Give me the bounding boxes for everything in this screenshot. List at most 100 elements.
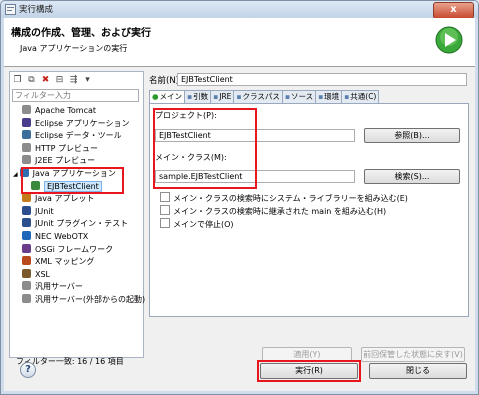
- tree-item-label: Eclipse アプリケーション: [35, 118, 130, 128]
- tree-item-label: JUnit プラグイン・テスト: [35, 219, 129, 229]
- dialog-banner: 構成の作成、管理、および実行 Java アプリケーションの実行: [4, 18, 475, 67]
- tab-main[interactable]: ●メイン: [149, 90, 186, 104]
- checkbox-label: メイン・クラスの検索時にシステム・ライブラリーを組み込む(E): [173, 194, 408, 203]
- dialog-client: 構成の作成、管理、および実行 Java アプリケーションの実行 ❐ ⧉ ✖ ⊟ …: [4, 18, 475, 391]
- highlight-box: [257, 360, 361, 382]
- config-tree-pane: ❐ ⧉ ✖ ⊟ ⇶ ▾ Apache Tomcat Eclipse アプリケーショ…: [9, 71, 145, 366]
- tab-label: ソース: [290, 92, 314, 101]
- env-icon: ▪: [318, 92, 324, 101]
- tab-label: クラスパス: [242, 92, 280, 101]
- tree-item[interactable]: Java アプレット: [10, 193, 141, 206]
- checkbox-label: メイン・クラスの検索時に継承された main を組み込む(H): [173, 207, 387, 216]
- checkbox-box[interactable]: [160, 192, 170, 202]
- include-system-libs-checkbox[interactable]: メイン・クラスの検索時にシステム・ライブラリーを組み込む(E): [160, 192, 408, 203]
- dialog-heading: 構成の作成、管理、および実行: [11, 28, 151, 39]
- config-detail-pane: 名前(N): ●メイン▪引数▪JRE▪クラスパス▪ソース▪環境▪共通(C) プロ…: [147, 71, 471, 362]
- server-icon: [22, 142, 31, 152]
- tree-item[interactable]: Eclipse アプリケーション: [10, 117, 141, 131]
- search-mainclass-button[interactable]: 検索(S)...: [364, 169, 460, 184]
- tab-source[interactable]: ▪ソース: [281, 90, 317, 103]
- tree-item-label: Apache Tomcat: [35, 106, 97, 115]
- tree-item[interactable]: XSL: [10, 268, 141, 282]
- name-row: 名前(N):: [147, 73, 471, 87]
- window-title: 実行構成: [19, 5, 54, 15]
- window-close-button[interactable]: x: [433, 2, 474, 19]
- title-bar: 実行構成 x: [1, 1, 478, 19]
- tab-strip: ●メイン ▪引数 ▪JRE ▪クラスパス ▪ソース ▪環境 ▪共通(C): [149, 90, 469, 104]
- highlight-box: [153, 108, 257, 189]
- run-icon: [435, 26, 463, 54]
- main-tab-panel: プロジェクト(P): 参照(B)... メイン・クラス(M): 検索(S)...…: [149, 103, 469, 317]
- tree-item[interactable]: JUnit プラグイン・テスト: [10, 218, 141, 231]
- applet-icon: [22, 193, 31, 203]
- tree-item[interactable]: Eclipse データ・ツール: [10, 130, 141, 143]
- revert-button[interactable]: 前回保管した状態に戻す(V): [361, 347, 465, 362]
- tab-label: 引数: [193, 92, 209, 101]
- name-field[interactable]: [177, 73, 467, 86]
- config-tree: Apache Tomcat Eclipse アプリケーション Eclipse データ…: [10, 105, 145, 307]
- run-configurations-window: 実行構成 x 構成の作成、管理、および実行 Java アプリケーションの実行 ❐…: [0, 0, 479, 395]
- server-icon: [22, 293, 31, 303]
- tree-item-label: JUnit: [35, 206, 54, 216]
- data-tools-icon: [22, 130, 31, 140]
- webotx-icon: [22, 230, 31, 240]
- checkbox-box[interactable]: [160, 205, 170, 215]
- new-config-icon[interactable]: ❐: [12, 75, 23, 86]
- help-icon[interactable]: ?: [20, 362, 36, 378]
- server-icon: [22, 105, 31, 114]
- tab-label: 環境: [324, 92, 340, 101]
- tab-label: メイン: [159, 92, 183, 101]
- include-inherited-main-checkbox[interactable]: メイン・クラスの検索時に継承された main を組み込む(H): [160, 205, 386, 216]
- osgi-icon: [22, 243, 31, 253]
- tree-item-label: OSGi フレームワーク: [35, 244, 114, 254]
- tree-item[interactable]: XML マッピング: [10, 256, 141, 269]
- tab-classpath[interactable]: ▪クラスパス: [233, 90, 283, 103]
- tab-label: 共通(C): [350, 92, 377, 101]
- tree-item[interactable]: JUnit: [10, 205, 141, 219]
- dialog-subheading: Java アプリケーションの実行: [20, 44, 128, 53]
- tree-item[interactable]: OSGi フレームワーク: [10, 243, 141, 257]
- server-icon: [22, 155, 31, 165]
- close-button[interactable]: 閉じる: [369, 363, 467, 379]
- highlight-box: [21, 167, 124, 194]
- filter-input[interactable]: [12, 89, 139, 102]
- tree-toolbar: ❐ ⧉ ✖ ⊟ ⇶ ▾: [12, 74, 93, 87]
- tree-item-label: J2EE プレビュー: [35, 156, 96, 166]
- tree-item-label: XSL: [35, 269, 51, 279]
- source-icon: ▪: [284, 92, 290, 101]
- tree-item[interactable]: Apache Tomcat: [10, 105, 141, 118]
- filter-icon[interactable]: ⇶: [68, 75, 79, 86]
- tree-item-label: 汎用サーバー(外部からの起動): [35, 294, 146, 304]
- tree-item[interactable]: 汎用サーバー(外部からの起動): [10, 293, 145, 307]
- collapse-icon[interactable]: ⊟: [54, 75, 65, 86]
- main-icon: ●: [152, 92, 159, 101]
- tree-item-label: NEC WebOTX: [35, 231, 89, 241]
- delete-icon[interactable]: ✖: [40, 75, 51, 86]
- tab-common[interactable]: ▪共通(C): [341, 90, 380, 103]
- tree-item[interactable]: NEC WebOTX: [10, 230, 141, 244]
- tab-label: JRE: [219, 92, 232, 101]
- classpath-icon: ▪: [236, 92, 242, 101]
- stop-in-main-checkbox[interactable]: メインで停止(O): [160, 218, 234, 229]
- checkbox-box[interactable]: [160, 218, 170, 228]
- common-icon: ▪: [344, 92, 350, 101]
- expand-toggle-icon[interactable]: ◢: [13, 171, 18, 178]
- eclipse-icon: [22, 117, 31, 127]
- tree-item[interactable]: HTTP プレビュー: [10, 142, 141, 156]
- run-config-icon: [5, 4, 16, 15]
- tree-item-label: Java アプレット: [35, 194, 95, 204]
- browse-project-button[interactable]: 参照(B)...: [364, 128, 460, 143]
- tab-jre[interactable]: ▪JRE: [210, 90, 235, 103]
- checkbox-label: メインで停止(O): [173, 220, 234, 229]
- copy-icon[interactable]: ⧉: [26, 75, 37, 86]
- junit-icon: [22, 218, 31, 228]
- tab-args[interactable]: ▪引数: [184, 90, 212, 103]
- tab-env[interactable]: ▪環境: [315, 90, 343, 103]
- jre-icon: ▪: [213, 92, 219, 101]
- server-icon: [22, 281, 31, 291]
- tree-item[interactable]: 汎用サーバー: [10, 281, 141, 294]
- chevron-down-icon[interactable]: ▾: [82, 75, 93, 86]
- junit-icon: [22, 205, 31, 215]
- tree-item-label: XML マッピング: [35, 257, 95, 267]
- tree-item-label: 汎用サーバー: [35, 282, 83, 292]
